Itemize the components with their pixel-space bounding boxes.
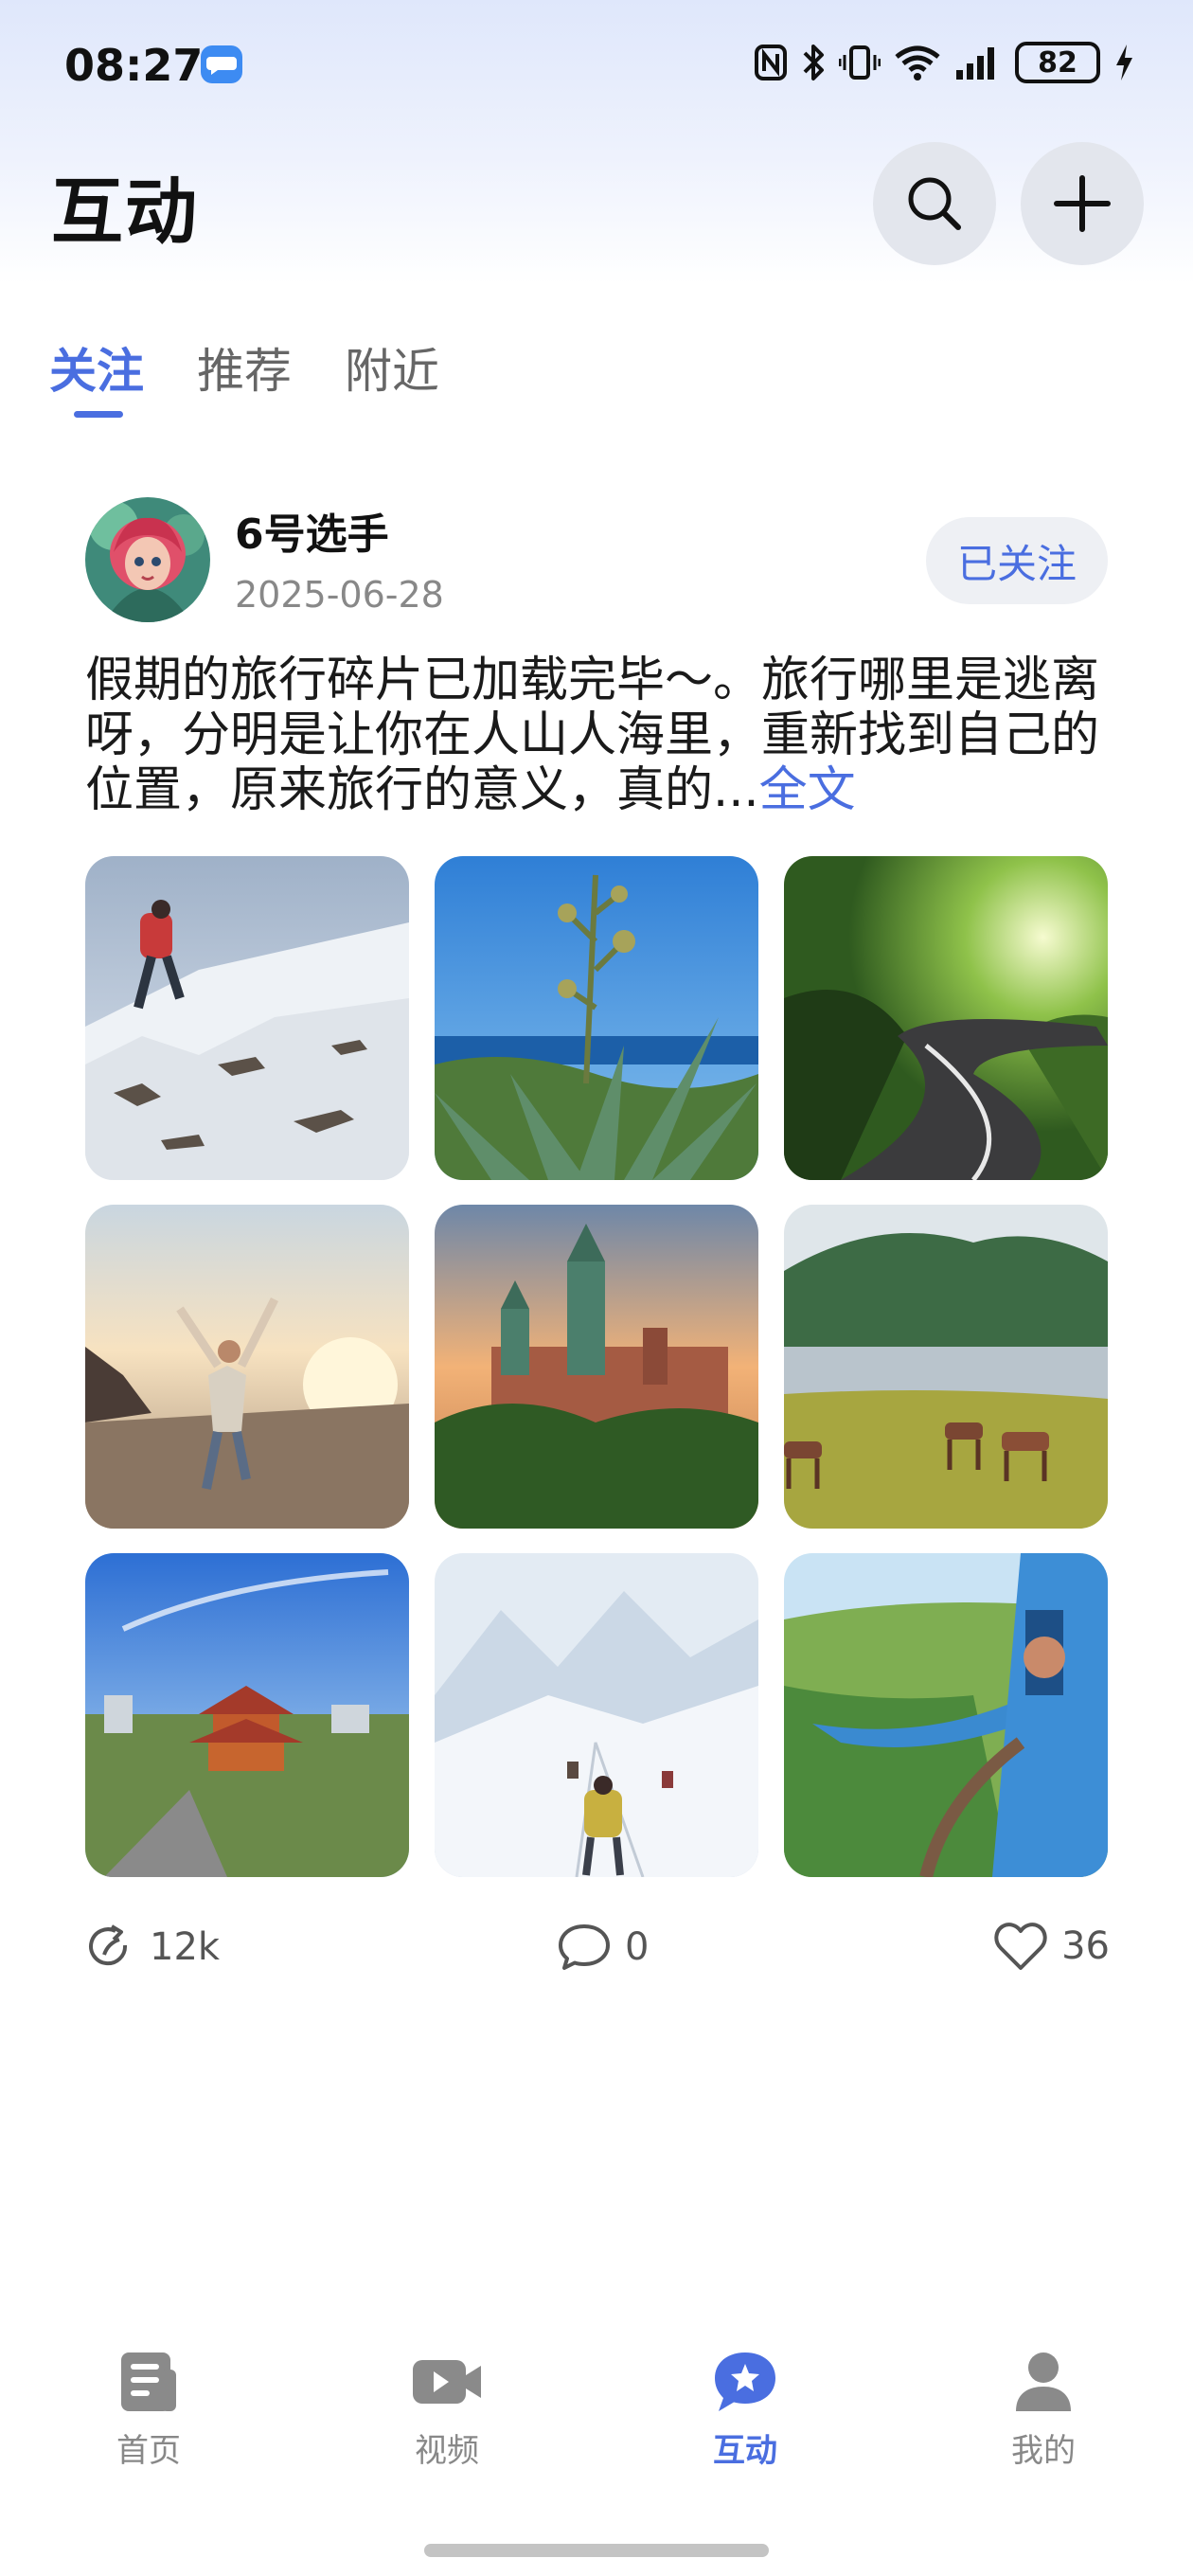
expand-text-link[interactable]: 全文 — [759, 762, 856, 818]
like-button[interactable]: 36 — [993, 1921, 1110, 1972]
photo-beach-traveler[interactable] — [85, 1205, 409, 1529]
photo-forest-road[interactable] — [784, 856, 1108, 1180]
status-time: 08:27 — [64, 40, 204, 91]
tab-label: 推荐 — [197, 344, 292, 399]
status-icons: 82 — [754, 42, 1134, 83]
tab-recommended[interactable]: 推荐 — [197, 333, 292, 402]
photo-lake-horses[interactable] — [784, 1205, 1108, 1529]
battery-icon: 82 — [1015, 42, 1100, 83]
nav-label: 视频 — [415, 2432, 479, 2470]
comment-icon — [559, 1924, 610, 1970]
share-count: 12k — [150, 1925, 221, 1969]
photo-grid — [85, 856, 1108, 1877]
following-button[interactable]: 已关注 — [926, 517, 1108, 604]
nav-home[interactable]: 首页 — [54, 2349, 243, 2471]
tab-label: 关注 — [49, 344, 144, 399]
share-button[interactable]: 12k — [83, 1921, 220, 1974]
nav-label: 我的 — [1011, 2432, 1076, 2470]
search-button[interactable] — [873, 142, 996, 265]
vibrate-icon — [839, 44, 881, 81]
page-title: 互动 — [51, 170, 199, 254]
bluetooth-icon — [801, 43, 826, 82]
like-count: 36 — [1061, 1924, 1110, 1968]
status-bar: 08:27 82 — [0, 0, 1193, 133]
photo-agave-coast[interactable] — [435, 856, 758, 1180]
battery-level: 82 — [1038, 45, 1077, 80]
post-text[interactable]: 假期的旅行碎片已加载完毕～。旅行哪里是逃离呀，分明是让你在人山人海里，重新找到自… — [85, 653, 1108, 818]
tab-label: 附近 — [345, 344, 439, 399]
post-actions: 12k 0 36 — [83, 1921, 1110, 1977]
photo-train-countryside[interactable] — [784, 1553, 1108, 1877]
video-icon — [413, 2360, 481, 2404]
photo-snow-climbers[interactable] — [435, 1553, 758, 1877]
feed-tabs: 关注 推荐 附近 — [49, 333, 439, 418]
comment-button[interactable]: 0 — [557, 1921, 649, 1974]
heart-icon — [994, 1923, 1047, 1970]
username[interactable]: 6号选手 — [235, 500, 389, 561]
search-icon — [908, 177, 961, 230]
post-body: 假期的旅行碎片已加载完毕～。旅行哪里是逃离呀，分明是让你在人山人海里，重新找到自… — [85, 653, 1100, 818]
share-icon — [89, 1924, 128, 1966]
nav-interact[interactable]: 互动 — [650, 2349, 840, 2471]
home-indicator[interactable] — [424, 2544, 769, 2557]
bottom-navigation: 首页 视频 互动 我的 — [0, 2349, 1193, 2510]
nav-profile[interactable]: 我的 — [949, 2349, 1138, 2471]
post-date: 2025-06-28 — [235, 574, 444, 616]
add-button[interactable] — [1021, 142, 1144, 265]
signal-icon — [954, 44, 1002, 81]
nav-label: 首页 — [116, 2432, 181, 2470]
charging-icon — [1113, 43, 1134, 82]
wifi-icon — [894, 44, 941, 81]
comment-count: 0 — [625, 1925, 650, 1969]
photo-castle-sunset[interactable] — [435, 1205, 758, 1529]
photo-pavilion-city[interactable] — [85, 1553, 409, 1877]
nfc-icon — [754, 44, 788, 81]
person-icon — [1016, 2352, 1071, 2411]
nav-label: 互动 — [713, 2432, 777, 2470]
plus-icon — [1054, 175, 1111, 232]
nav-video[interactable]: 视频 — [352, 2349, 542, 2471]
message-icon — [199, 44, 244, 85]
star-chat-icon — [715, 2352, 775, 2411]
tab-following[interactable]: 关注 — [49, 333, 144, 418]
tab-indicator — [74, 411, 123, 418]
tab-nearby[interactable]: 附近 — [345, 333, 439, 402]
photo-mountain-hiker[interactable] — [85, 856, 409, 1180]
avatar[interactable] — [85, 497, 210, 622]
news-icon — [121, 2352, 176, 2411]
